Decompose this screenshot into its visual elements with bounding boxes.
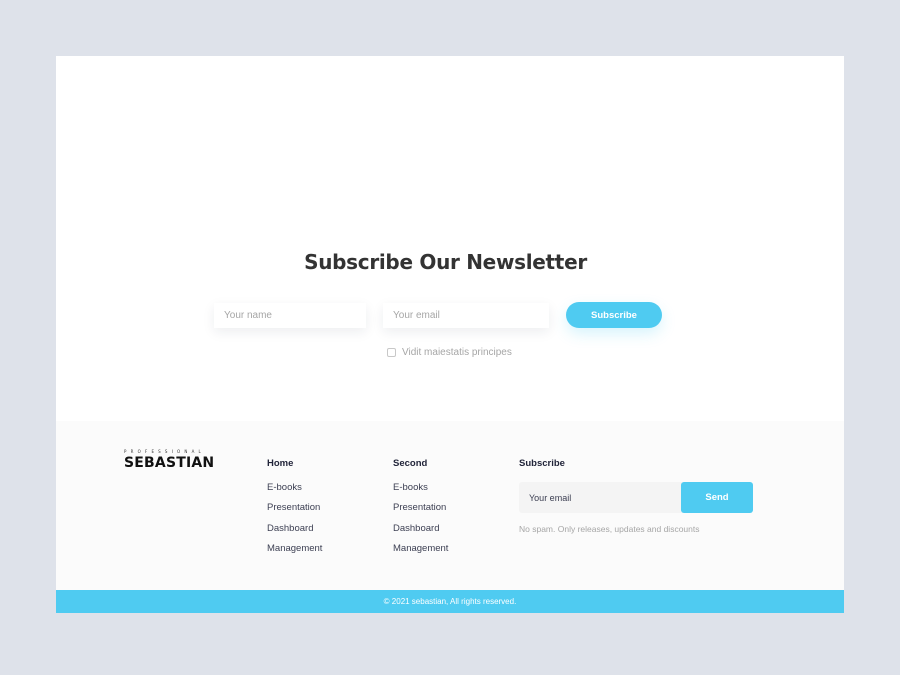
footer-column-home: Home E-books Presentation Dashboard Mana… <box>267 458 322 563</box>
logo-tagline: PROFESSIONAL <box>124 449 205 454</box>
footer-link-dashboard[interactable]: Dashboard <box>393 523 448 543</box>
logo[interactable]: PROFESSIONAL SEBASTIAN <box>124 449 214 471</box>
subscribe-button[interactable]: Subscribe <box>566 302 662 328</box>
footer-link-ebooks[interactable]: E-books <box>267 482 322 502</box>
page-card: Subscribe Our Newsletter Subscribe Vidit… <box>56 56 844 613</box>
footer-subscribe-heading: Subscribe <box>519 458 565 469</box>
checkbox-icon[interactable] <box>387 348 396 357</box>
newsletter-section: Subscribe Our Newsletter Subscribe Vidit… <box>56 56 844 421</box>
footer: PROFESSIONAL SEBASTIAN Home E-books Pres… <box>56 421 844 590</box>
footer-subscribe-note: No spam. Only releases, updates and disc… <box>519 524 700 534</box>
send-button[interactable]: Send <box>681 482 753 513</box>
consent-checkbox[interactable]: Vidit maiestatis principes <box>387 347 512 358</box>
footer-email-input[interactable] <box>519 482 682 513</box>
footer-link-presentation[interactable]: Presentation <box>267 502 322 522</box>
footer-column-heading: Second <box>393 458 428 469</box>
consent-label: Vidit maiestatis principes <box>402 347 512 358</box>
footer-link-presentation[interactable]: Presentation <box>393 502 448 522</box>
name-input[interactable] <box>214 303 366 328</box>
footer-column-heading: Home <box>267 458 294 469</box>
logo-wordmark: SEBASTIAN <box>124 455 215 471</box>
copyright-bar: © 2021 sebastian, All rights reserved. <box>56 590 844 613</box>
footer-link-ebooks[interactable]: E-books <box>393 482 448 502</box>
email-input[interactable] <box>383 303 549 328</box>
footer-subscribe: Subscribe Send No spam. Only releases, u… <box>519 458 753 534</box>
footer-link-management[interactable]: Management <box>393 543 448 563</box>
footer-link-management[interactable]: Management <box>267 543 322 563</box>
footer-column-second: Second E-books Presentation Dashboard Ma… <box>393 458 448 563</box>
newsletter-title: Subscribe Our Newsletter <box>304 250 587 274</box>
footer-link-dashboard[interactable]: Dashboard <box>267 523 322 543</box>
